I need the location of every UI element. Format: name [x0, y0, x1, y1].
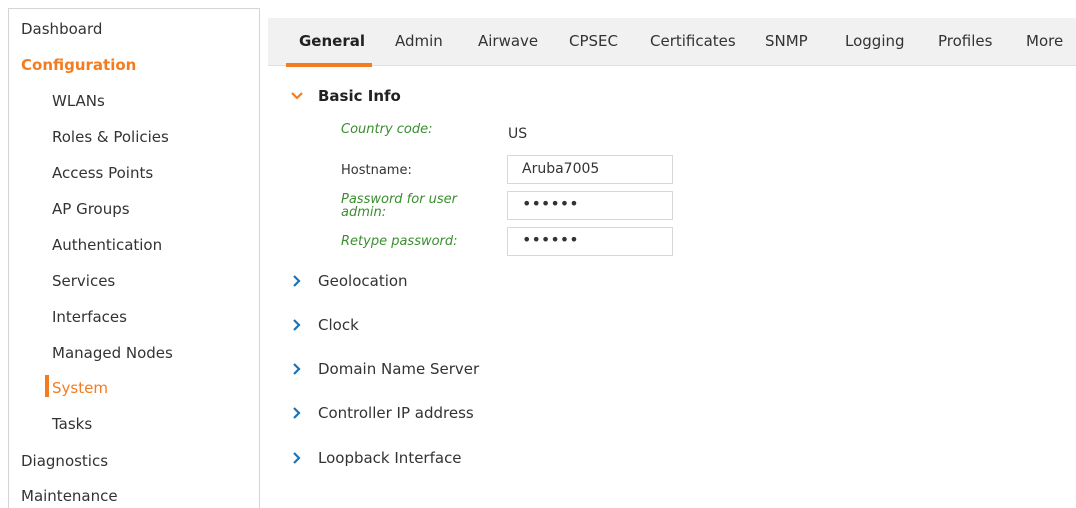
- chevron-right-icon: [293, 407, 301, 419]
- tab-logging[interactable]: Logging: [845, 18, 905, 66]
- section-geolocation-label: Geolocation: [318, 272, 408, 290]
- sidebar-item-authentication[interactable]: Authentication: [52, 233, 162, 257]
- section-clock-label: Clock: [318, 316, 359, 334]
- country-code-label: Country code:: [341, 122, 433, 137]
- tab-airwave[interactable]: Airwave: [478, 18, 538, 66]
- tab-profiles[interactable]: Profiles: [938, 18, 992, 66]
- hostname-label: Hostname:: [341, 163, 412, 178]
- password-input[interactable]: ••••••: [507, 191, 673, 220]
- section-loopback-interface-label: Loopback Interface: [318, 449, 462, 467]
- chevron-down-icon: [291, 92, 303, 100]
- sidebar-item-configuration[interactable]: Configuration: [21, 53, 136, 77]
- tab-bar: General Admin Airwave CPSEC Certificates…: [268, 18, 1076, 67]
- tab-certificates[interactable]: Certificates: [650, 18, 736, 66]
- password-label: Password for user admin:: [341, 192, 458, 220]
- active-item-marker: [45, 375, 49, 397]
- section-basic-info-label: Basic Info: [318, 87, 401, 105]
- sidebar-item-services[interactable]: Services: [52, 269, 115, 293]
- sidebar-item-interfaces[interactable]: Interfaces: [52, 305, 127, 329]
- sidebar-item-maintenance[interactable]: Maintenance: [21, 484, 118, 508]
- retype-password-input[interactable]: ••••••: [507, 227, 673, 256]
- main-panel: General Admin Airwave CPSEC Certificates…: [268, 8, 1076, 508]
- sidebar-item-dashboard[interactable]: Dashboard: [21, 17, 102, 41]
- sidebar-nav: Dashboard Configuration WLANs Roles & Po…: [8, 8, 260, 508]
- sidebar-item-roles-policies[interactable]: Roles & Policies: [52, 125, 169, 149]
- chevron-right-icon: [293, 275, 301, 287]
- hostname-input[interactable]: Aruba7005: [507, 155, 673, 184]
- active-tab-indicator: [286, 63, 372, 67]
- retype-password-label: Retype password:: [341, 234, 458, 249]
- tab-snmp[interactable]: SNMP: [765, 18, 808, 66]
- sidebar-item-diagnostics[interactable]: Diagnostics: [21, 449, 108, 473]
- sidebar-item-system[interactable]: System: [52, 376, 108, 400]
- sidebar-item-tasks[interactable]: Tasks: [52, 412, 92, 436]
- section-domain-name-server-label: Domain Name Server: [318, 360, 480, 378]
- tab-more[interactable]: More: [1026, 18, 1063, 66]
- tab-general[interactable]: General: [299, 18, 365, 66]
- sidebar-item-access-points[interactable]: Access Points: [52, 161, 153, 185]
- sidebar-item-wlans[interactable]: WLANs: [52, 89, 105, 113]
- country-code-value: US: [508, 126, 528, 142]
- tab-admin[interactable]: Admin: [395, 18, 443, 66]
- chevron-right-icon: [293, 319, 301, 331]
- chevron-right-icon: [293, 363, 301, 375]
- sidebar-item-managed-nodes[interactable]: Managed Nodes: [52, 341, 173, 365]
- sidebar-item-ap-groups[interactable]: AP Groups: [52, 197, 130, 221]
- chevron-right-icon: [293, 452, 301, 464]
- tab-cpsec[interactable]: CPSEC: [569, 18, 618, 66]
- section-controller-ip-address-label: Controller IP address: [318, 404, 474, 422]
